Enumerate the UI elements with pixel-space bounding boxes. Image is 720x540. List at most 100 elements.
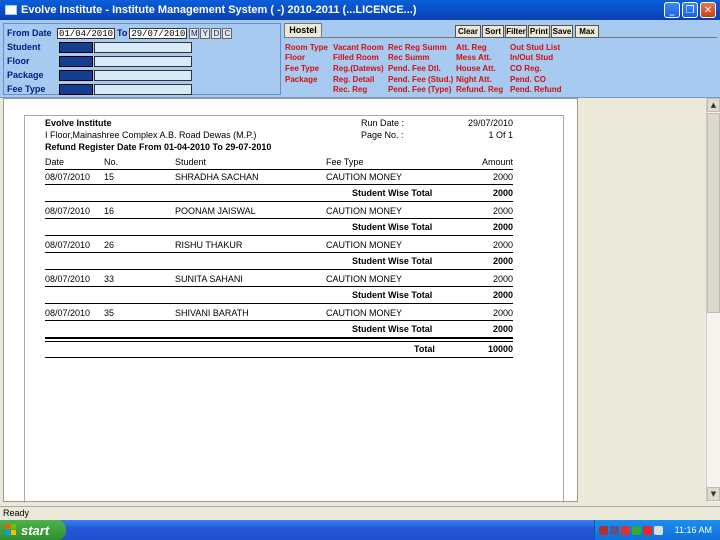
floor-code-input[interactable]: [59, 55, 93, 67]
scroll-thumb[interactable]: [707, 113, 720, 313]
filter-button[interactable]: Filter: [505, 25, 527, 38]
menu-out-stud-list[interactable]: Out Stud List: [510, 43, 560, 53]
grand-total-label: Total: [414, 344, 435, 354]
menu-rec-reg-summ[interactable]: Rec Reg Summ: [388, 43, 447, 53]
from-date-input[interactable]: 01/04/2010: [57, 27, 115, 39]
student-row: Student: [7, 41, 192, 53]
filter-box: From Date 01/04/2010 To 29/07/2010 M Y D…: [3, 23, 281, 95]
col-fee-type-header: Fee Type: [326, 157, 364, 167]
app-window: Evolve Institute - Institute Management …: [0, 0, 720, 520]
day-button[interactable]: D: [211, 27, 222, 39]
close-icon[interactable]: ✕: [700, 2, 716, 18]
institute-name: Evolve Institute: [45, 118, 112, 128]
report-title: Refund Register Date From 01-04-2010 To …: [45, 142, 272, 152]
tray-app-icon[interactable]: [599, 525, 608, 535]
scroll-down-icon[interactable]: ▼: [707, 487, 720, 501]
app-icon: [5, 5, 17, 15]
security-icon[interactable]: [621, 525, 630, 535]
antivirus-icon[interactable]: [643, 525, 652, 535]
menu-pend-co[interactable]: Pend. CO: [510, 75, 546, 85]
tray-green-icon[interactable]: [632, 525, 641, 535]
row-amount: 2000: [492, 308, 513, 318]
menu-att-reg[interactable]: Att. Reg: [456, 43, 487, 53]
menu-pend-fee-dtl[interactable]: Pend. Fee Dtl.: [388, 64, 441, 74]
row-amount: 2000: [492, 206, 513, 216]
row-date: 08/07/2010: [45, 172, 91, 182]
start-button[interactable]: start: [0, 520, 66, 540]
row-fee-type: CAUTION MONEY: [326, 206, 403, 216]
menu-pend-fee-stud[interactable]: Pend. Fee (Stud.): [388, 75, 453, 85]
row-student: RISHU THAKUR: [175, 240, 243, 250]
scroll-up-icon[interactable]: ▲: [707, 98, 720, 112]
row-no: 15: [104, 172, 115, 182]
floor-name-input[interactable]: [94, 55, 192, 67]
menu-reg-detail[interactable]: Reg. Detail: [333, 75, 374, 85]
calendar-button[interactable]: C: [222, 27, 233, 39]
row-subtotal-value: 2000: [492, 256, 513, 266]
menu-house-att[interactable]: House Att.: [456, 64, 496, 74]
page-no-label: Page No. :: [361, 130, 404, 140]
row-subtotal-label: Student Wise Total: [352, 222, 433, 232]
row-amount: 2000: [492, 240, 513, 250]
minimize-icon[interactable]: _: [664, 2, 680, 18]
row-no: 26: [104, 240, 115, 250]
menu-co-reg[interactable]: CO Reg.: [510, 64, 542, 74]
menu-vacant-room[interactable]: Vacant Room: [333, 43, 384, 53]
title-bar[interactable]: Evolve Institute - Institute Management …: [0, 0, 720, 20]
row-fee-type: CAUTION MONEY: [326, 240, 403, 250]
floor-label: Floor: [7, 56, 30, 66]
filter-panel: From Date 01/04/2010 To 29/07/2010 M Y D…: [0, 20, 720, 98]
package-code-input[interactable]: [59, 69, 93, 81]
row-subtotal-value: 2000: [492, 324, 513, 334]
menu-rec-summ[interactable]: Rec Summ: [388, 53, 429, 63]
menu-pend-fee-type[interactable]: Pend. Fee (Type): [388, 85, 451, 95]
menu-room-type[interactable]: Room Type: [285, 43, 328, 53]
month-button[interactable]: M: [189, 27, 200, 39]
save-button[interactable]: Save: [551, 25, 573, 38]
student-label: Student: [7, 42, 41, 52]
menu-filled-room[interactable]: Filled Room: [333, 53, 379, 63]
run-date-value: 29/07/2010: [467, 118, 513, 128]
row-subtotal-label: Student Wise Total: [352, 256, 433, 266]
floor-row: Floor: [7, 55, 192, 67]
max-button[interactable]: Max: [575, 25, 599, 38]
vertical-scrollbar[interactable]: ▲ ▼: [706, 98, 720, 502]
volume-icon[interactable]: [654, 525, 663, 535]
menu-reg-datews[interactable]: Reg.(Datews): [333, 64, 384, 74]
row-student: POONAM JAISWAL: [175, 206, 256, 216]
print-button[interactable]: Print: [528, 25, 550, 38]
clear-button[interactable]: Clear: [455, 25, 481, 38]
row-date: 08/07/2010: [45, 240, 91, 250]
row-date: 08/07/2010: [45, 274, 91, 284]
fee-type-row: Fee Type: [7, 83, 192, 95]
restore-icon[interactable]: ❐: [682, 2, 698, 18]
package-name-input[interactable]: [94, 69, 192, 81]
student-code-input[interactable]: [59, 41, 93, 53]
menu-package[interactable]: Package: [285, 75, 317, 85]
row-subtotal-value: 2000: [492, 188, 513, 198]
to-date-input[interactable]: 29/07/2010: [129, 27, 188, 39]
row-subtotal-label: Student Wise Total: [352, 188, 433, 198]
windows-logo-icon: [5, 524, 17, 536]
fee-type-name-input[interactable]: [94, 83, 192, 95]
menu-fee-type[interactable]: Fee Type: [285, 64, 319, 74]
run-date-label: Run Date :: [361, 118, 405, 128]
menu-floor[interactable]: Floor: [285, 53, 305, 63]
network-icon[interactable]: [610, 525, 619, 535]
grand-total-value: 10000: [487, 344, 513, 354]
menu-mess-att[interactable]: Mess Att.: [456, 53, 491, 63]
row-no: 33: [104, 274, 115, 284]
menu-in-out-stud[interactable]: In/Out Stud: [510, 53, 553, 63]
student-name-input[interactable]: [94, 41, 192, 53]
menu-night-att[interactable]: Night Att.: [456, 75, 492, 85]
row-no: 16: [104, 206, 115, 216]
fee-type-code-input[interactable]: [59, 83, 93, 95]
package-row: Package: [7, 69, 192, 81]
tab-hostel[interactable]: Hostel: [284, 23, 322, 37]
menu-refund-reg[interactable]: Refund. Reg: [456, 85, 503, 95]
window-title: Evolve Institute - Institute Management …: [21, 4, 417, 16]
sort-button[interactable]: Sort: [482, 25, 504, 38]
year-button[interactable]: Y: [200, 27, 211, 39]
menu-rec-reg[interactable]: Rec. Reg: [333, 85, 367, 95]
menu-pend-refund[interactable]: Pend. Refund: [510, 85, 562, 95]
